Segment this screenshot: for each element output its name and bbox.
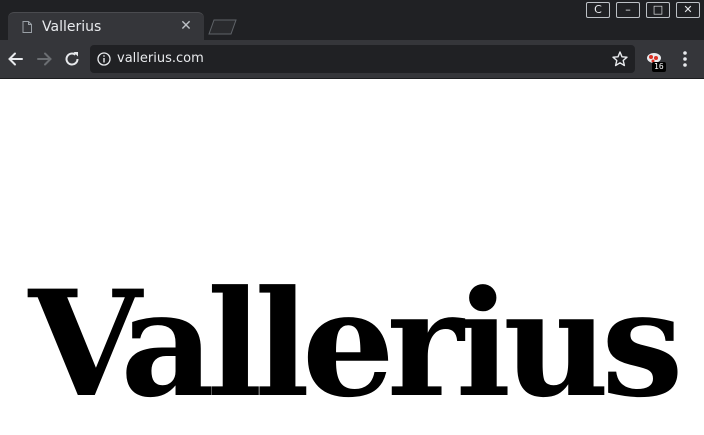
star-icon[interactable] — [611, 50, 629, 68]
address-bar[interactable]: vallerius.com — [90, 45, 635, 73]
kebab-menu-icon[interactable] — [677, 49, 693, 69]
info-icon[interactable] — [97, 52, 111, 66]
new-tab-button[interactable] — [208, 19, 238, 35]
window-controls: C – □ ✕ — [586, 2, 700, 18]
window-minimize-button[interactable]: – — [616, 2, 640, 18]
tab-active[interactable]: Vallerius ✕ — [8, 12, 204, 41]
arrow-right-icon[interactable] — [34, 49, 54, 69]
arrow-left-icon[interactable] — [6, 49, 26, 69]
tab-close-icon[interactable]: ✕ — [178, 18, 194, 34]
page-icon — [22, 21, 32, 33]
page-content: Vallerius — [0, 79, 704, 435]
tab-title: Vallerius — [42, 19, 102, 35]
extension-badge: 16 — [652, 62, 666, 72]
url-text[interactable]: vallerius.com — [117, 51, 204, 66]
window-c-button[interactable]: C — [586, 2, 610, 18]
page-headline: Vallerius — [28, 259, 683, 430]
reload-icon[interactable] — [62, 49, 82, 69]
window-close-button[interactable]: ✕ — [676, 2, 700, 18]
window-maximize-button[interactable]: □ — [646, 2, 670, 18]
browser-window: Vallerius ✕ C – □ ✕ vallerius.com 16 Val… — [0, 0, 704, 435]
tab-strip: Vallerius ✕ C – □ ✕ — [0, 0, 704, 41]
browser-toolbar: vallerius.com — [0, 40, 704, 79]
